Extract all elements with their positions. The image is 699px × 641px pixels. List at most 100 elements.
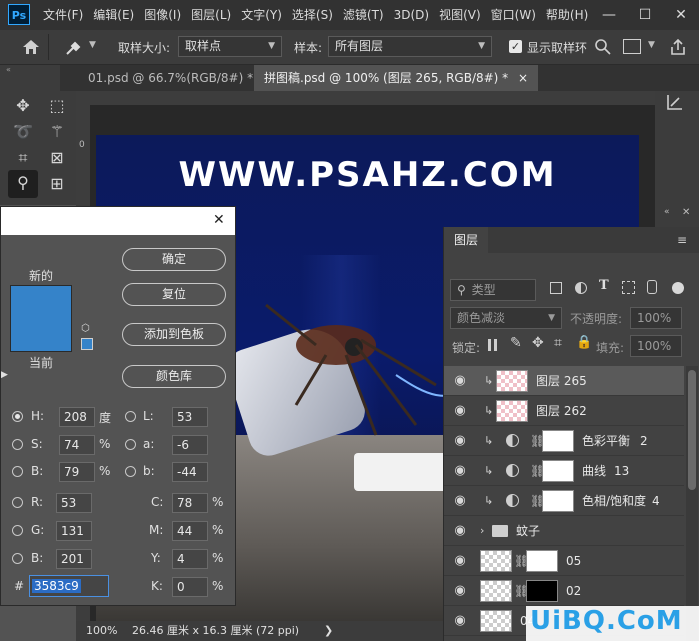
blue-input[interactable]: 201 bbox=[56, 549, 92, 569]
layer-row[interactable]: ◉ ⛓ 02 bbox=[444, 576, 684, 606]
move-tool-icon[interactable]: ✥ bbox=[10, 93, 36, 119]
red-input[interactable]: 53 bbox=[56, 493, 92, 513]
zoom-level[interactable]: 100% bbox=[86, 621, 117, 641]
menu-image[interactable]: 图像(I) bbox=[139, 0, 186, 30]
magic-wand-tool-icon[interactable]: ⚚ bbox=[44, 119, 70, 145]
close-tab-icon[interactable]: × bbox=[518, 71, 528, 85]
show-ring-checkbox[interactable]: ✓ bbox=[509, 40, 522, 53]
menu-file[interactable]: 文件(F) bbox=[38, 0, 88, 30]
hue-radio[interactable] bbox=[12, 411, 23, 422]
saturation-radio[interactable] bbox=[12, 439, 23, 450]
maximize-button[interactable]: ☐ bbox=[627, 0, 663, 30]
status-arrow-icon[interactable]: ❯ bbox=[324, 621, 333, 641]
lock-position-icon[interactable]: ✥ bbox=[532, 335, 544, 351]
eyedropper-tool-icon[interactable]: ⚲ bbox=[8, 170, 38, 198]
saturation-input[interactable]: 74 bbox=[59, 435, 95, 455]
visibility-eye-icon[interactable]: ◉ bbox=[452, 463, 468, 479]
lab-l-input[interactable]: 53 bbox=[172, 407, 208, 427]
layer-row[interactable]: ◉ ⛓ 05 bbox=[444, 546, 684, 576]
ok-button[interactable]: 确定 bbox=[122, 248, 226, 271]
layer-row[interactable]: ◉ ↳ 图层 265 bbox=[444, 366, 684, 396]
panel-menu-icon[interactable]: ≡ bbox=[677, 233, 687, 247]
black-input[interactable]: 0 bbox=[172, 577, 208, 597]
sample-size-select[interactable]: 取样点 ▼ bbox=[178, 36, 282, 57]
menu-layer[interactable]: 图层(L) bbox=[186, 0, 236, 30]
brightness-input[interactable]: 79 bbox=[59, 462, 95, 482]
tab-doc-active[interactable]: 拼图稿.psd @ 100% (图层 265, RGB/8#) * × bbox=[254, 65, 539, 91]
share-icon[interactable] bbox=[669, 38, 687, 56]
minimize-button[interactable]: — bbox=[591, 0, 627, 30]
lab-b-input[interactable]: -44 bbox=[172, 462, 208, 482]
healing-brush-tool-icon[interactable]: ⊞ bbox=[44, 171, 70, 197]
green-input[interactable]: 131 bbox=[56, 521, 92, 541]
menu-edit[interactable]: 编辑(E) bbox=[88, 0, 139, 30]
web-color-swatch[interactable] bbox=[81, 338, 93, 350]
lab-b-radio[interactable] bbox=[125, 466, 136, 477]
filter-smart-object-icon[interactable] bbox=[647, 280, 657, 294]
fill-input[interactable]: 100% bbox=[630, 335, 682, 357]
close-dialog-icon[interactable]: ✕ bbox=[213, 212, 225, 228]
visibility-eye-icon[interactable]: ◉ bbox=[452, 373, 468, 389]
lab-l-radio[interactable] bbox=[125, 411, 136, 422]
green-radio[interactable] bbox=[12, 525, 23, 536]
lab-a-input[interactable]: -6 bbox=[172, 435, 208, 455]
visibility-eye-icon[interactable]: ◉ bbox=[452, 583, 468, 599]
layer-row[interactable]: ◉ ↳ ⛓ 色彩平衡 2 bbox=[444, 426, 684, 456]
eyedropper-icon[interactable] bbox=[62, 38, 84, 58]
visibility-eye-icon[interactable]: ◉ bbox=[452, 613, 468, 629]
cyan-input[interactable]: 78 bbox=[172, 493, 208, 513]
menu-help[interactable]: 帮助(H) bbox=[541, 0, 593, 30]
lab-a-radio[interactable] bbox=[125, 439, 136, 450]
reset-button[interactable]: 复位 bbox=[122, 283, 226, 306]
filter-adjustment-icon[interactable] bbox=[575, 282, 587, 294]
add-to-swatches-button[interactable]: 添加到色板 bbox=[122, 323, 226, 346]
visibility-eye-icon[interactable]: ◉ bbox=[452, 433, 468, 449]
filter-toggle-icon[interactable] bbox=[672, 282, 684, 294]
tab-doc-01[interactable]: 01.psd @ 66.7%(RGB/8#) * × bbox=[78, 65, 283, 91]
filter-pixel-icon[interactable] bbox=[550, 282, 562, 294]
tool-preset-chevron-icon[interactable]: ▼ bbox=[89, 40, 96, 50]
blue-radio[interactable] bbox=[12, 553, 23, 564]
visibility-eye-icon[interactable]: ◉ bbox=[452, 493, 468, 509]
layer-row[interactable]: ◉ ↳ ⛓ 曲线 13 bbox=[444, 456, 684, 486]
filter-type-icon[interactable]: T bbox=[599, 278, 609, 293]
close-window-button[interactable]: ✕ bbox=[663, 0, 699, 30]
menu-type[interactable]: 文字(Y) bbox=[236, 0, 287, 30]
brightness-radio[interactable] bbox=[12, 466, 23, 477]
scrollbar-thumb[interactable] bbox=[688, 370, 696, 490]
tab-layers[interactable]: 图层 bbox=[444, 227, 489, 253]
lock-pixels-icon[interactable]: ✎ bbox=[510, 335, 522, 351]
layers-scrollbar[interactable] bbox=[686, 366, 698, 641]
menu-window[interactable]: 窗口(W) bbox=[486, 0, 541, 30]
filter-shape-icon[interactable] bbox=[622, 281, 635, 294]
home-icon[interactable] bbox=[20, 37, 42, 57]
hex-input[interactable]: 3583c9 bbox=[29, 575, 109, 597]
chevron-down-icon[interactable]: ▼ bbox=[648, 40, 655, 50]
menu-3d[interactable]: 3D(D) bbox=[389, 0, 434, 30]
marquee-tool-icon[interactable]: ⬚ bbox=[44, 93, 70, 119]
hue-input[interactable]: 208 bbox=[59, 407, 95, 427]
opacity-input[interactable]: 100% bbox=[630, 307, 682, 329]
lock-artboard-icon[interactable]: ⌗ bbox=[554, 335, 562, 351]
slider-arrow-icon[interactable]: ▶ bbox=[1, 370, 8, 380]
lock-all-icon[interactable]: 🔒 bbox=[576, 335, 592, 350]
crop-tool-icon[interactable]: ⌗ bbox=[10, 145, 36, 171]
sample-select[interactable]: 所有图层 ▼ bbox=[328, 36, 492, 57]
visibility-eye-icon[interactable]: ◉ bbox=[452, 553, 468, 569]
magenta-input[interactable]: 44 bbox=[172, 521, 208, 541]
menu-view[interactable]: 视图(V) bbox=[434, 0, 486, 30]
layer-row[interactable]: ◉ ↳ ⛓ 色相/饱和度 4 bbox=[444, 486, 684, 516]
history-icon[interactable] bbox=[665, 92, 685, 112]
lasso-tool-icon[interactable]: ➰ bbox=[10, 119, 36, 145]
frame-tool-icon[interactable]: ⊠ bbox=[44, 145, 70, 171]
layer-row[interactable]: ◉ ↳ 图层 262 bbox=[444, 396, 684, 426]
layer-group-row[interactable]: ◉ › 蚊子 bbox=[444, 516, 684, 546]
workspace-icon[interactable] bbox=[623, 39, 641, 54]
red-radio[interactable] bbox=[12, 497, 23, 508]
collapse-panel-icon[interactable]: « bbox=[664, 207, 670, 217]
visibility-eye-icon[interactable]: ◉ bbox=[452, 523, 468, 539]
lock-transparent-icon[interactable] bbox=[488, 339, 500, 351]
close-panel-icon[interactable]: ✕ bbox=[682, 207, 690, 218]
chevron-right-icon[interactable]: › bbox=[480, 516, 484, 546]
blend-mode-select[interactable]: 颜色减淡 ▼ bbox=[450, 307, 562, 329]
